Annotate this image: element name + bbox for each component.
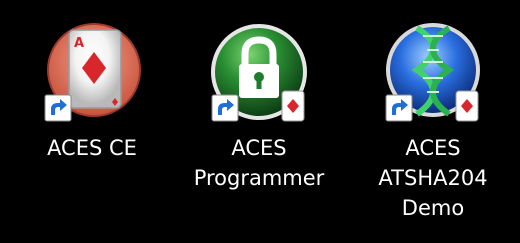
- playing-card-badge-icon: [281, 90, 305, 122]
- aces-atsha204-demo-icon-group: [383, 14, 483, 132]
- playing-card-badge-icon: [455, 90, 479, 122]
- shortcut-arrow-icon: [44, 94, 72, 122]
- shortcut-label-line: ACES: [405, 136, 461, 160]
- aces-ce-icon-group: A: [42, 14, 142, 132]
- shortcut-label-line: ACES CE: [47, 136, 137, 160]
- shortcut-aces-ce[interactable]: A ACES CE: [22, 14, 162, 162]
- shortcut-label-line: ATSHA204: [378, 166, 488, 190]
- shortcut-label-line: Demo: [401, 196, 465, 220]
- shortcut-aces-atsha204-demo[interactable]: ACES ATSHA204 Demo: [363, 14, 503, 222]
- shortcut-arrow-icon: [211, 94, 239, 122]
- aces-programmer-icon-group: [209, 14, 309, 132]
- shortcut-aces-programmer[interactable]: ACES Programmer: [189, 14, 329, 192]
- svg-text:A: A: [74, 36, 84, 51]
- desktop: A ACES CE ACES Programmer ACES ATSHA204 …: [0, 0, 520, 243]
- shortcut-arrow-icon: [385, 94, 413, 122]
- shortcut-label-line: ACES: [231, 136, 287, 160]
- shortcut-label-line: Programmer: [193, 166, 325, 190]
